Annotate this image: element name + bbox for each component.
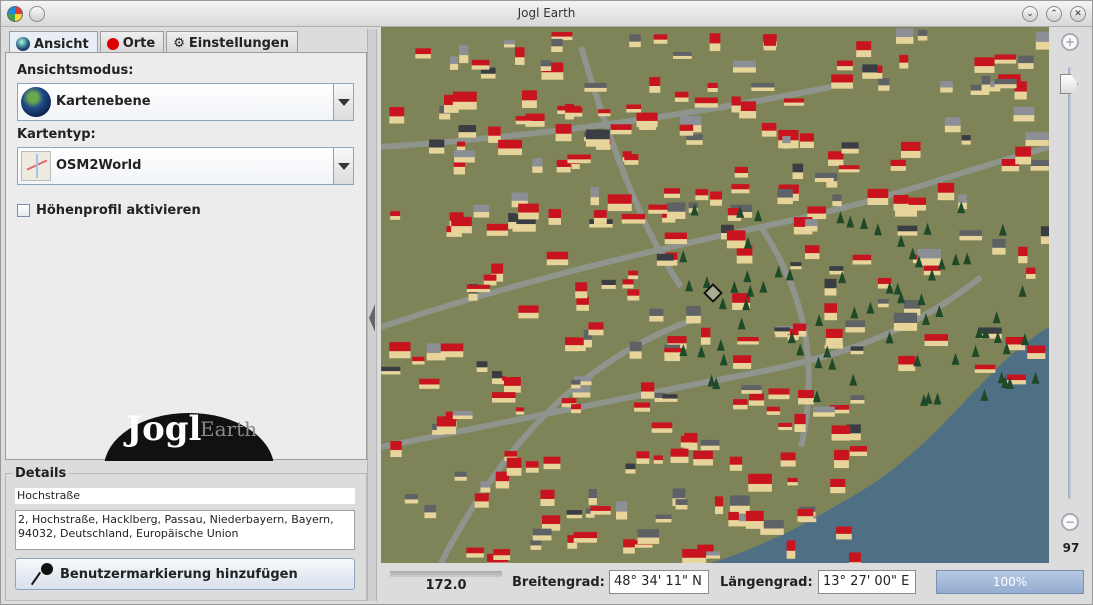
side-panel: Ansicht Orte ⚙ Einstellungen Ansichtsmod…	[5, 29, 367, 601]
globe-icon	[21, 87, 51, 117]
elevation-checkbox-row[interactable]: Höhenprofil aktivieren	[17, 203, 201, 218]
details-legend: Details	[12, 466, 70, 481]
map-view[interactable]	[381, 27, 1049, 563]
scale-value: 172.0	[425, 578, 467, 593]
zoom-slider-thumb[interactable]	[1060, 73, 1078, 94]
add-user-marker-button[interactable]: Benutzermarkierung hinzufügen	[15, 558, 355, 590]
maximize-button[interactable]: ⌃	[1046, 6, 1062, 22]
longitude-field[interactable]: 13° 27' 00" E	[818, 570, 916, 594]
elevation-label: Höhenprofil aktivieren	[36, 203, 201, 218]
close-button[interactable]: ✕	[1070, 6, 1086, 22]
map-thumbnail-icon	[21, 151, 51, 181]
map-type-value: OSM2World	[56, 158, 142, 173]
tab-label: Orte	[122, 36, 156, 51]
gear-icon: ⚙	[173, 36, 185, 51]
tab-einstellungen[interactable]: ⚙ Einstellungen	[166, 31, 299, 53]
latitude-field[interactable]: 48° 34' 11" N	[609, 570, 709, 594]
tab-label: Einstellungen	[188, 36, 290, 51]
globe-icon	[16, 37, 30, 51]
ansicht-panel: Ansichtsmodus: Kartenebene Kartentyp: OS…	[5, 52, 367, 461]
longitude-label: Längengrad:	[720, 575, 813, 590]
place-address-field[interactable]: 2, Hochstraße, Hacklberg, Passau, Nieder…	[15, 510, 355, 550]
tab-orte[interactable]: Orte	[99, 31, 165, 53]
status-bar: 172.0 Breitengrad: 48° 34' 11" N Längeng…	[381, 565, 1091, 601]
view-mode-label: Ansichtsmodus:	[17, 63, 134, 78]
zoom-controls: + − 97	[1051, 27, 1091, 563]
panel-splitter[interactable]	[367, 29, 377, 601]
loading-progress-bar: 100%	[936, 570, 1084, 594]
tab-bar: Ansicht Orte ⚙ Einstellungen	[9, 31, 300, 54]
title-bar: Jogl Earth ⌄ ⌃ ✕	[1, 1, 1092, 27]
tab-label: Ansicht	[34, 36, 89, 52]
zoom-in-icon[interactable]: +	[1061, 33, 1079, 51]
view-mode-value: Kartenebene	[56, 94, 151, 109]
window-title: Jogl Earth	[517, 6, 576, 20]
scale-bar	[390, 571, 502, 577]
zoom-slider[interactable]	[1068, 67, 1072, 499]
jogl-earth-logo: Jogl Earth	[98, 405, 278, 461]
zoom-out-icon[interactable]: −	[1061, 513, 1079, 531]
app-window: Jogl Earth ⌄ ⌃ ✕ Ansicht Orte ⚙ Einstell…	[0, 0, 1093, 605]
zoom-value: 97	[1062, 541, 1080, 555]
place-name-field: Hochstraße	[15, 488, 355, 504]
details-group: Details Hochstraße 2, Hochstraße, Hacklb…	[5, 466, 367, 601]
view-mode-select[interactable]: Kartenebene	[17, 83, 354, 121]
elevation-checkbox[interactable]	[17, 204, 30, 217]
minimize-button[interactable]: ⌄	[1022, 6, 1038, 22]
pushpin-icon	[32, 563, 54, 585]
add-user-marker-label: Benutzermarkierung hinzufügen	[60, 566, 298, 582]
pin-icon	[106, 37, 119, 50]
tab-ansicht[interactable]: Ansicht	[9, 31, 98, 54]
map-type-select[interactable]: OSM2World	[17, 147, 354, 185]
latitude-label: Breitengrad:	[512, 575, 605, 590]
map-type-label: Kartentyp:	[17, 127, 96, 142]
chevron-down-icon[interactable]	[333, 148, 353, 184]
chevron-down-icon[interactable]	[333, 84, 353, 120]
